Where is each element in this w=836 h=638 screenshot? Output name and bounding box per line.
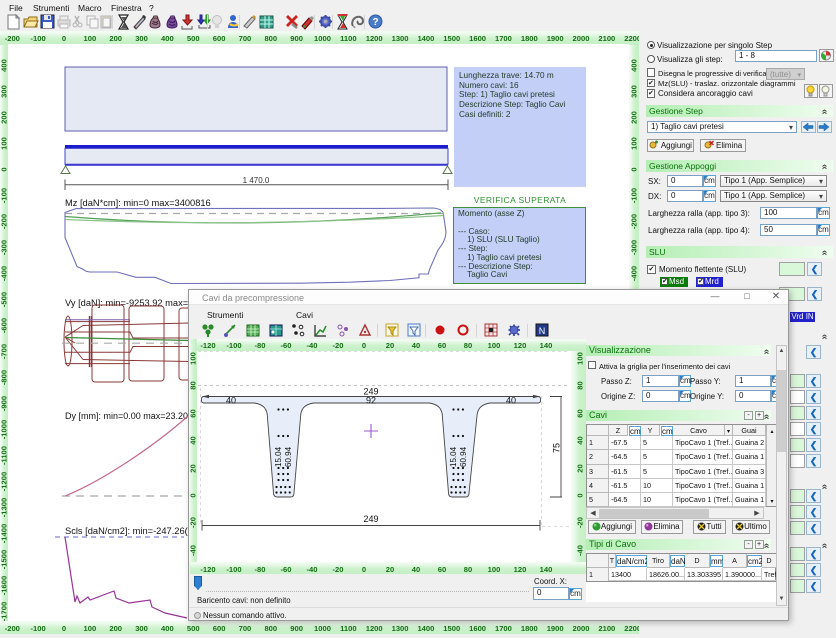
- svg-text:N: N: [539, 326, 546, 336]
- svg-text:?: ?: [372, 17, 378, 28]
- svg-text:1 470.0: 1 470.0: [243, 176, 270, 185]
- svg-text:15.04: 15.04: [449, 446, 458, 467]
- svg-text:Dy [mm]: min=0.00 max=23.20: Dy [mm]: min=0.00 max=23.20: [65, 411, 188, 421]
- svg-text:40: 40: [226, 396, 236, 406]
- svg-text:60.94: 60.94: [284, 446, 293, 467]
- svg-text:Scls [daN/cm2]: min=-247.26(-2: Scls [daN/cm2]: min=-247.26(-26: [65, 526, 201, 536]
- svg-text:92: 92: [366, 396, 376, 406]
- svg-text:15.04: 15.04: [274, 446, 283, 467]
- svg-text:75: 75: [552, 443, 562, 453]
- svg-text:Mz [daN*cm]: min=0 max=3400816: Mz [daN*cm]: min=0 max=3400816: [65, 198, 211, 208]
- svg-text:249: 249: [363, 514, 378, 524]
- svg-text:40: 40: [506, 396, 516, 406]
- svg-text:60.94: 60.94: [459, 446, 468, 467]
